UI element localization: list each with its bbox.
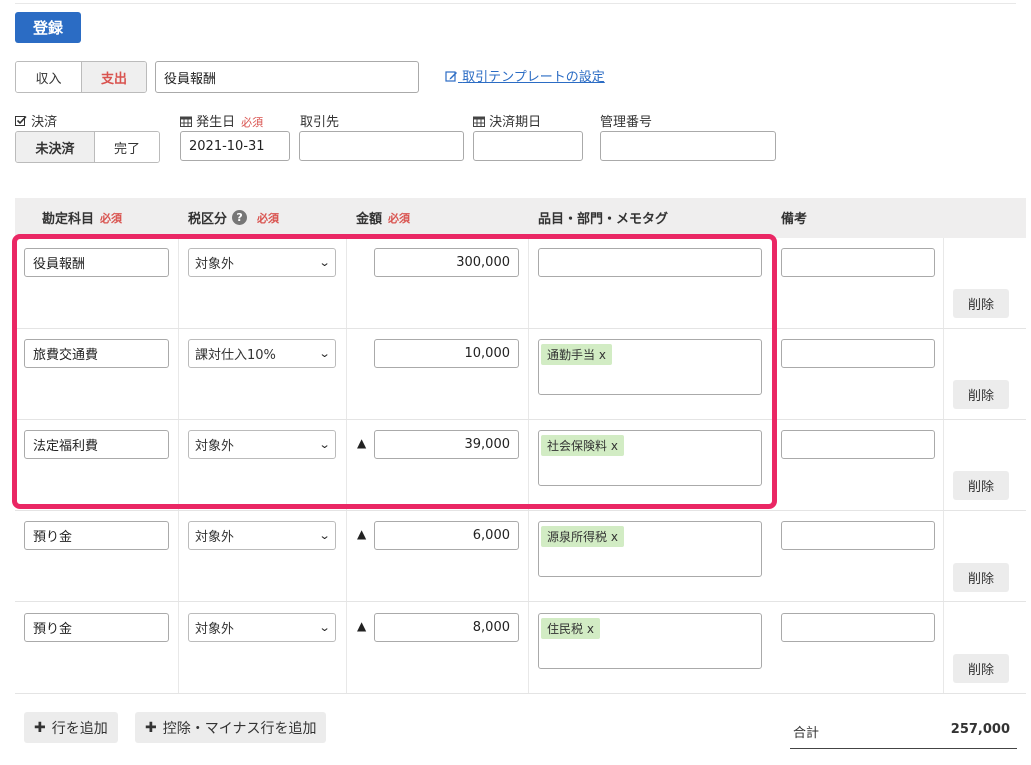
template-settings-link[interactable]: 取引テンプレートの設定 xyxy=(445,66,605,85)
total-underline xyxy=(790,748,1017,749)
due-date-label-text: 決済期日 xyxy=(489,115,542,130)
template-settings-label: 取引テンプレートの設定 xyxy=(462,70,605,85)
edit-icon xyxy=(445,70,462,85)
calendar-icon xyxy=(473,115,489,130)
plus-icon: ✚ xyxy=(145,719,157,736)
tag-input[interactable]: 住民税 x xyxy=(538,613,762,669)
total-label: 合計 xyxy=(793,726,820,741)
note-input[interactable] xyxy=(781,248,935,277)
amount-input[interactable]: 8,000 xyxy=(374,613,519,642)
settlement-label-text: 決済 xyxy=(31,115,58,130)
date-label: 発生日 必須 xyxy=(180,111,263,130)
minus-marker: ▲ xyxy=(357,619,367,633)
add-row-button[interactable]: ✚ 行を追加 xyxy=(24,712,118,743)
settlement-label: 決済 xyxy=(15,111,57,130)
note-input[interactable] xyxy=(781,430,935,459)
add-minus-row-button[interactable]: ✚ 控除・マイナス行を追加 xyxy=(135,712,327,743)
income-toggle-button[interactable]: 収入 xyxy=(16,62,81,92)
partner-input[interactable] xyxy=(299,131,464,161)
note-input[interactable] xyxy=(781,521,935,550)
calendar-icon xyxy=(180,115,196,130)
note-input[interactable] xyxy=(781,339,935,368)
checkbox-icon xyxy=(15,115,31,130)
top-divider xyxy=(15,3,1016,4)
highlight-box xyxy=(12,234,777,509)
delete-row-button[interactable]: 削除 xyxy=(953,563,1009,592)
tax-select[interactable]: 対象外 ⌄ xyxy=(188,613,336,642)
plus-icon: ✚ xyxy=(34,719,46,736)
description-input[interactable]: 役員報酬 xyxy=(155,61,419,93)
chevron-down-icon: ⌄ xyxy=(318,621,331,634)
account-input[interactable]: 預り金 xyxy=(24,613,169,642)
memo-tag[interactable]: 住民税 x xyxy=(541,618,600,639)
unsettled-button[interactable]: 未決済 xyxy=(16,132,94,162)
due-date-label: 決済期日 xyxy=(473,111,541,130)
settlement-toggle: 未決済 完了 xyxy=(15,131,160,163)
row-divider xyxy=(15,510,1026,511)
settled-button[interactable]: 完了 xyxy=(93,132,159,162)
note-input[interactable] xyxy=(781,613,935,642)
date-input[interactable]: 2021-10-31 xyxy=(180,131,290,161)
partner-label: 取引先 xyxy=(300,115,340,130)
row-divider xyxy=(15,693,1026,694)
chevron-down-icon: ⌄ xyxy=(318,529,331,542)
date-label-text: 発生日 xyxy=(196,115,236,130)
tax-select[interactable]: 対象外 ⌄ xyxy=(188,521,336,550)
date-required-badge: 必須 xyxy=(241,116,264,129)
total-value: 257,000 xyxy=(950,722,1010,737)
account-input[interactable]: 預り金 xyxy=(24,521,169,550)
header-items: 品目・部門・メモタグ xyxy=(538,212,669,227)
amount-input[interactable]: 6,000 xyxy=(374,521,519,550)
tag-input[interactable]: 源泉所得税 x xyxy=(538,521,762,577)
table-header xyxy=(15,198,1026,238)
header-note: 備考 xyxy=(781,212,808,227)
header-account: 勘定科目 必須 xyxy=(42,211,123,228)
mgmt-no-input[interactable] xyxy=(600,131,776,161)
header-tax: 税区分 ? 必須 xyxy=(188,210,280,227)
register-button[interactable]: 登録 xyxy=(15,12,81,43)
expense-toggle-button[interactable]: 支出 xyxy=(81,62,146,92)
delete-row-button[interactable]: 削除 xyxy=(953,654,1009,683)
delete-row-button[interactable]: 削除 xyxy=(953,289,1009,318)
minus-marker: ▲ xyxy=(357,527,367,541)
header-amount: 金額 必須 xyxy=(356,211,411,228)
memo-tag[interactable]: 源泉所得税 x xyxy=(541,526,624,547)
row-divider xyxy=(15,601,1026,602)
delete-row-button[interactable]: 削除 xyxy=(953,380,1009,409)
mgmt-no-label: 管理番号 xyxy=(600,115,653,130)
transaction-type-toggle: 収入 支出 xyxy=(15,61,147,93)
due-date-input[interactable] xyxy=(473,131,583,161)
help-icon[interactable]: ? xyxy=(232,210,248,225)
column-divider xyxy=(943,238,944,693)
delete-row-button[interactable]: 削除 xyxy=(953,471,1009,500)
